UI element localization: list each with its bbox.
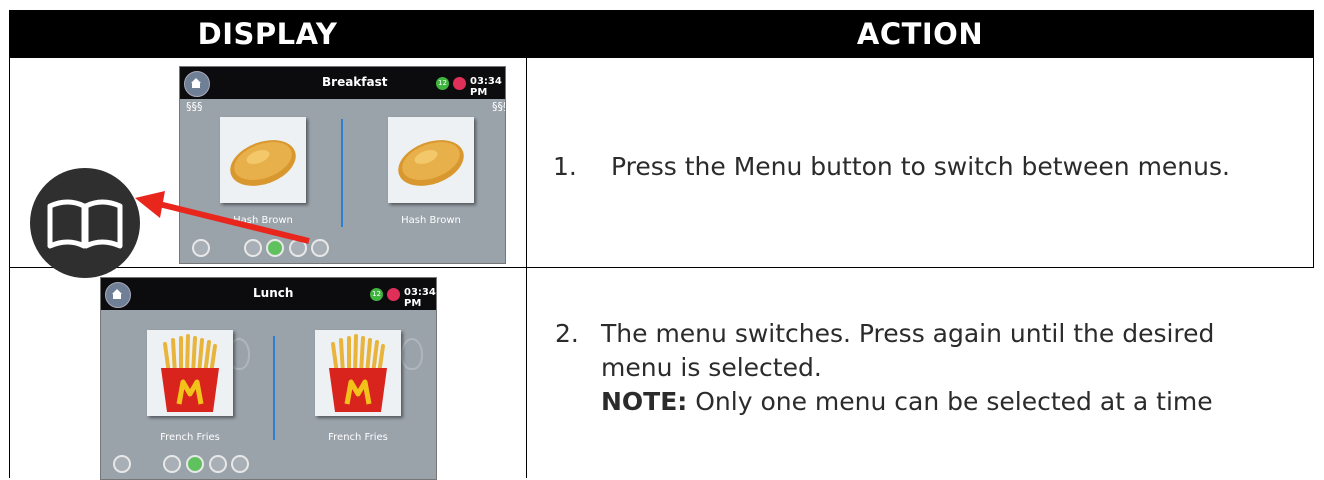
screen-title: Lunch <box>253 286 294 300</box>
globe-icon <box>163 455 181 473</box>
steam-icon: §§§ <box>492 100 505 113</box>
table-border-right <box>1313 58 1314 268</box>
note-text: Only one menu can be selected at a time <box>687 387 1213 416</box>
menu-item-tile <box>388 117 474 203</box>
menu-item-caption: Hash Brown <box>401 215 461 226</box>
home-icon <box>105 282 131 308</box>
drop-icon <box>401 338 423 370</box>
step-number: 1. <box>553 152 577 181</box>
step-1-text: 1. Press the Menu button to switch betwe… <box>553 150 1293 190</box>
hand-icon <box>186 455 204 473</box>
count-badge: 12 <box>436 77 449 90</box>
column-divider <box>526 58 527 478</box>
clock: 03:34 PM <box>404 287 436 309</box>
menu-item-tile <box>147 330 233 416</box>
step-instruction: The menu switches. Press again until the… <box>601 317 1291 419</box>
action-header: ACTION <box>526 10 1314 58</box>
instruction-table: DISPLAY ACTION Breakfast 12 03:34 PM §§§… <box>9 10 1314 480</box>
menu-divider <box>273 336 275 440</box>
menu-item-tile <box>315 330 401 416</box>
note-label: NOTE: <box>601 387 688 416</box>
clock: 03:34 PM <box>470 76 502 98</box>
alarm-indicator <box>387 288 400 301</box>
step-line-1: The menu switches. Press again until the… <box>601 319 1215 348</box>
step-2-text: 2. The menu switches. Press again until … <box>555 317 1295 437</box>
menu-item-caption: French Fries <box>160 432 220 443</box>
power-icon <box>113 455 131 473</box>
step-number: 2. <box>555 319 579 348</box>
menu-book-icon <box>231 455 249 473</box>
alarm-indicator <box>453 77 466 90</box>
note: NOTE: Only one menu can be selected at a… <box>601 385 1291 419</box>
menu-divider <box>341 119 343 227</box>
arrow-icon <box>135 191 310 244</box>
step-instruction: Press the Menu button to switch between … <box>611 152 1230 181</box>
display-screenshot-lunch: Lunch 12 03:34 PM French Fries French Fr… <box>100 277 437 480</box>
step-line-2: menu is selected. <box>601 353 822 382</box>
screen-title: Breakfast <box>322 75 388 89</box>
count-badge: 12 <box>370 288 383 301</box>
thermometer-icon <box>209 455 227 473</box>
menu-item-caption: French Fries <box>328 432 388 443</box>
